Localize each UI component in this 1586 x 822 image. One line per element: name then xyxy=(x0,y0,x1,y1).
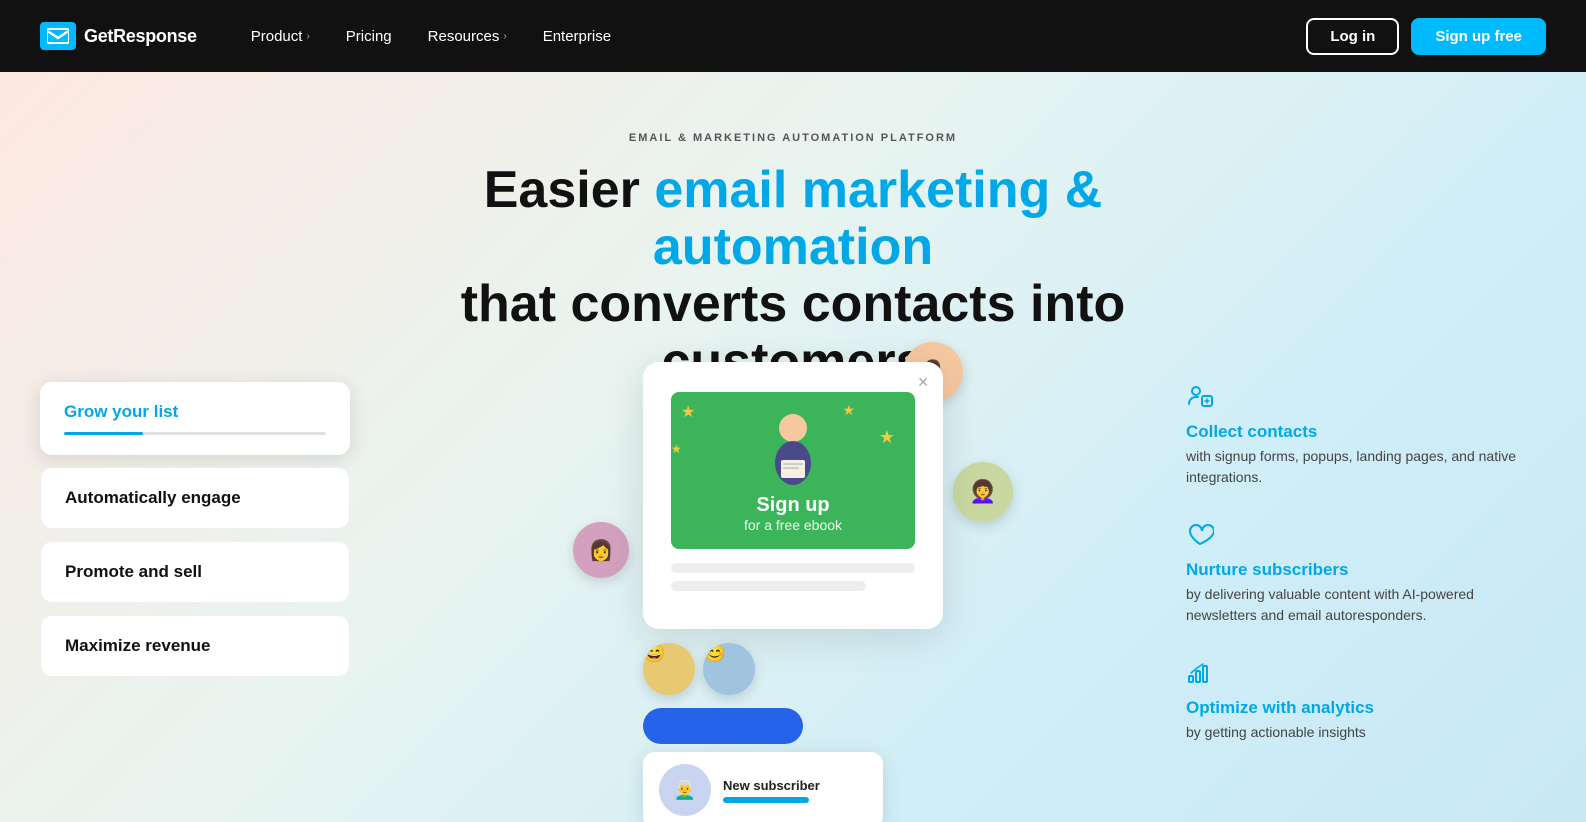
nav-resources[interactable]: Resources › xyxy=(414,20,521,53)
new-subscriber-info: New subscriber xyxy=(723,778,867,803)
logo[interactable]: GetResponse xyxy=(40,22,197,50)
hero-content: EMAIL & MARKETING AUTOMATION PLATFORM Ea… xyxy=(0,72,1586,391)
panel-item-grow-progress xyxy=(64,432,326,435)
feature-collect: Collect contacts with signup forms, popu… xyxy=(1186,382,1546,488)
feature-optimize-title: Optimize with analytics xyxy=(1186,698,1546,718)
signup-card: ✕ ★ ★ ★ ★ xyxy=(643,362,943,629)
new-subscriber-avatar: 👨‍🦳 xyxy=(659,764,711,816)
panel-item-promote[interactable]: Promote and sell xyxy=(40,541,350,603)
signup-card-title: Sign up xyxy=(687,494,899,517)
nav-pricing[interactable]: Pricing xyxy=(332,20,406,53)
resources-chevron-icon: › xyxy=(503,31,506,42)
left-panel: Grow your list Automatically engage Prom… xyxy=(40,382,350,689)
progress-fill xyxy=(64,432,143,435)
hero-title-plain: Easier xyxy=(484,161,655,219)
signup-card-sub: for a free ebook xyxy=(687,517,899,533)
new-subscriber-bar xyxy=(723,797,809,803)
panel-item-maximize-title: Maximize revenue xyxy=(65,636,325,656)
signup-button[interactable]: Sign up free xyxy=(1411,18,1546,55)
new-subscriber-label: New subscriber xyxy=(723,778,867,793)
panel-item-grow-title: Grow your list xyxy=(64,402,326,422)
panel-item-promote-title: Promote and sell xyxy=(65,562,325,582)
star-3-icon: ★ xyxy=(842,402,855,419)
chat-bubble xyxy=(643,708,803,744)
hero-section: EMAIL & MARKETING AUTOMATION PLATFORM Ea… xyxy=(0,72,1586,822)
center-illustration: 👨‍💼 👩 👩‍🦱 ✕ ★ ★ ★ ★ xyxy=(583,362,1003,822)
feature-collect-desc: with signup forms, popups, landing pages… xyxy=(1186,446,1546,488)
right-panel: Collect contacts with signup forms, popu… xyxy=(1186,382,1546,775)
card-person-illustration xyxy=(761,408,825,488)
avatar-bottom-left2: 😊 xyxy=(703,643,755,695)
feature-optimize-desc: by getting actionable insights xyxy=(1186,722,1546,743)
star-1-icon: ★ xyxy=(681,402,695,422)
avatar-right-middle: 👩‍🦱 xyxy=(953,462,1013,522)
panel-item-engage-title: Automatically engage xyxy=(65,488,325,508)
collect-contacts-icon xyxy=(1186,382,1546,416)
signup-input-1 xyxy=(671,563,915,573)
hero-title-blue: email marketing & automation xyxy=(653,161,1102,276)
signup-input-2 xyxy=(671,581,866,591)
nav-actions: Log in Sign up free xyxy=(1306,18,1546,55)
close-icon[interactable]: ✕ xyxy=(917,374,929,391)
panel-item-engage[interactable]: Automatically engage xyxy=(40,467,350,529)
subscriber-cards: 😄 😊 👨‍🦳 New subscriber 🧑 Current subscri… xyxy=(643,643,1063,822)
feature-nurture-title: Nurture subscribers xyxy=(1186,560,1546,580)
feature-optimize: Optimize with analytics by getting actio… xyxy=(1186,658,1546,743)
feature-nurture: Nurture subscribers by delivering valuab… xyxy=(1186,520,1546,626)
avatar-left-middle: 👩 xyxy=(573,522,629,578)
avatar-bottom-left1: 😄 xyxy=(643,643,695,695)
logo-icon xyxy=(40,22,76,50)
panel-item-maximize[interactable]: Maximize revenue xyxy=(40,615,350,677)
nav-links: Product › Pricing Resources › Enterprise xyxy=(237,20,1307,53)
logo-text: GetResponse xyxy=(84,26,197,47)
product-chevron-icon: › xyxy=(306,31,309,42)
feature-collect-title: Collect contacts xyxy=(1186,422,1546,442)
nav-product[interactable]: Product › xyxy=(237,20,324,53)
hero-title: Easier email marketing & automation that… xyxy=(343,162,1243,391)
nav-enterprise[interactable]: Enterprise xyxy=(529,20,625,53)
panel-item-grow[interactable]: Grow your list xyxy=(40,382,350,455)
star-4-icon: ★ xyxy=(879,427,895,448)
nurture-subscribers-icon xyxy=(1186,520,1546,554)
star-2-icon: ★ xyxy=(671,442,682,456)
optimize-analytics-icon xyxy=(1186,658,1546,692)
hero-label: EMAIL & MARKETING AUTOMATION PLATFORM xyxy=(0,132,1586,144)
login-button[interactable]: Log in xyxy=(1306,18,1399,55)
feature-nurture-desc: by delivering valuable content with AI-p… xyxy=(1186,584,1546,626)
new-subscriber-card: 👨‍🦳 New subscriber xyxy=(643,752,883,822)
navigation: GetResponse Product › Pricing Resources … xyxy=(0,0,1586,72)
signup-card-header: ★ ★ ★ ★ Sign u xyxy=(671,392,915,549)
